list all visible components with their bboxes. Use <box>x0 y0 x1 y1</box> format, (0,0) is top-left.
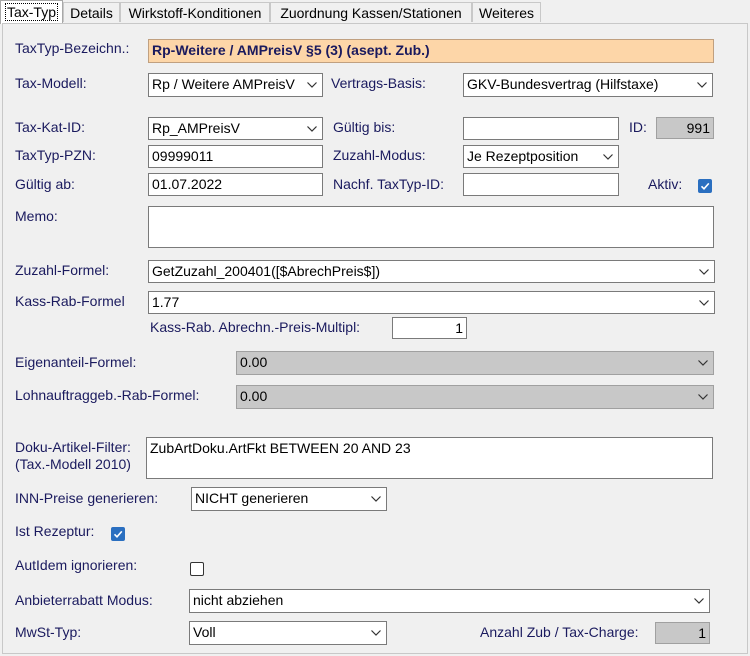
doku-artikel-filter-textarea[interactable]: ZubArtDoku.ArtFkt BETWEEN 20 AND 23 <box>146 437 713 479</box>
memo-textarea[interactable] <box>148 206 714 248</box>
anbieterrabatt-modus-value: nicht abziehen <box>193 592 284 608</box>
chevron-down-icon[interactable] <box>694 261 714 282</box>
nachf-taxtyp-id-label: Nachf. TaxTyp-ID: <box>333 176 445 192</box>
chevron-down-icon[interactable] <box>689 590 709 612</box>
tab-tax-typ[interactable]: Tax-Typ <box>0 0 63 24</box>
anzahl-zub-label: Anzahl Zub / Tax-Charge: <box>480 624 639 640</box>
taxtyp-bezeichnung-label: TaxTyp-Bezeichn.: <box>15 40 130 56</box>
autidem-ignorieren-checkbox[interactable] <box>190 562 204 576</box>
gueltig-ab-label: Gültig ab: <box>15 176 75 192</box>
chevron-down-icon[interactable] <box>366 488 386 510</box>
tax-modell-value: Rp / Weitere AMPreisV <box>152 76 295 92</box>
tab-zuordnung-kassen[interactable]: Zuordnung Kassen/Stationen <box>270 2 472 22</box>
chevron-down-icon[interactable] <box>302 74 322 96</box>
anbieterrabatt-modus-label: Anbieterrabatt Modus: <box>15 592 153 608</box>
mwst-typ-select[interactable]: Voll <box>189 621 387 645</box>
nachf-taxtyp-id-field[interactable] <box>463 173 619 196</box>
id-label: ID: <box>629 119 647 135</box>
zuzahl-formel-value: GetZuzahl_200401([$AbrechPreis$]) <box>152 263 381 279</box>
doku-artikel-filter-sublabel: (Tax.-Modell 2010) <box>15 456 131 472</box>
vertrags-basis-select[interactable]: GKV-Bundesvertrag (Hilfstaxe) <box>463 73 713 97</box>
inn-preise-value: NICHT generieren <box>195 490 309 506</box>
tax-modell-label: Tax-Modell: <box>15 75 87 91</box>
eigenanteil-formel-select[interactable]: 0.00 <box>236 351 714 375</box>
lohnauftrag-rab-formel-label: Lohnauftraggeb.-Rab-Formel: <box>15 387 200 403</box>
eigenanteil-formel-value: 0.00 <box>240 354 268 370</box>
kass-rab-formel-label: Kass-Rab-Formel <box>15 293 125 309</box>
lohnauftrag-rab-formel-select[interactable]: 0.00 <box>236 385 714 409</box>
taxtyp-bezeichnung-field[interactable]: Rp-Weitere / AMPreisV §5 (3) (asept. Zub… <box>148 39 714 63</box>
zuzahl-modus-select[interactable]: Je Rezeptposition <box>463 145 619 168</box>
kass-rab-multipl-field[interactable]: 1 <box>392 317 467 339</box>
anzahl-zub-field: 1 <box>655 622 710 644</box>
taxtyp-pzn-field[interactable]: 09999011 <box>148 145 323 168</box>
tax-kat-id-label: Tax-Kat-ID: <box>15 119 86 135</box>
tab-wirkstoff-konditionen[interactable]: Wirkstoff-Konditionen <box>120 2 270 22</box>
id-field: 991 <box>656 117 714 139</box>
chevron-down-icon[interactable] <box>693 386 713 408</box>
kass-rab-multipl-label: Kass-Rab. Abrechn.-Preis-Multipl: <box>150 319 361 335</box>
chevron-down-icon[interactable] <box>693 352 713 374</box>
gueltig-bis-label: Gültig bis: <box>333 119 396 135</box>
autidem-ignorieren-label: AutIdem ignorieren: <box>15 557 138 573</box>
mwst-typ-label: MwSt-Typ: <box>15 624 82 640</box>
inn-preise-label: INN-Preise generieren: <box>15 490 159 506</box>
anbieterrabatt-modus-select[interactable]: nicht abziehen <box>189 589 710 613</box>
mwst-typ-value: Voll <box>193 624 216 640</box>
eigenanteil-formel-label: Eigenanteil-Formel: <box>15 354 137 370</box>
tab-bar: Tax-Typ Details Wirkstoff-Konditionen Zu… <box>0 0 750 24</box>
chevron-down-icon[interactable] <box>694 292 714 313</box>
checkmark-icon <box>700 182 710 190</box>
inn-preise-select[interactable]: NICHT generieren <box>191 487 387 511</box>
gueltig-bis-field[interactable] <box>463 117 619 140</box>
kass-rab-formel-select[interactable]: 1.77 <box>148 291 715 314</box>
tab-weiteres[interactable]: Weiteres <box>472 2 541 22</box>
tax-kat-id-select[interactable]: Rp_AMPreisV <box>148 117 323 140</box>
ist-rezeptur-checkbox[interactable] <box>111 527 125 541</box>
zuzahl-modus-label: Zuzahl-Modus: <box>333 147 426 163</box>
taxtyp-pzn-label: TaxTyp-PZN: <box>15 147 96 163</box>
gueltig-ab-field[interactable]: 01.07.2022 <box>148 173 323 196</box>
aktiv-checkbox[interactable] <box>698 179 712 193</box>
zuzahl-modus-value: Je Rezeptposition <box>467 148 579 164</box>
chevron-down-icon[interactable] <box>692 74 712 96</box>
checkmark-icon <box>113 530 123 538</box>
tax-kat-id-value: Rp_AMPreisV <box>152 120 240 136</box>
lohnauftrag-rab-formel-value: 0.00 <box>240 388 268 404</box>
zuzahl-formel-select[interactable]: GetZuzahl_200401([$AbrechPreis$]) <box>148 260 715 283</box>
ist-rezeptur-label: Ist Rezeptur: <box>15 523 95 539</box>
chevron-down-icon[interactable] <box>302 118 322 139</box>
tax-modell-select[interactable]: Rp / Weitere AMPreisV <box>148 73 323 97</box>
chevron-down-icon[interactable] <box>598 146 618 167</box>
chevron-down-icon[interactable] <box>366 622 386 644</box>
tab-label: Tax-Typ <box>4 3 58 21</box>
memo-label: Memo: <box>15 208 58 224</box>
vertrags-basis-label: Vertrags-Basis: <box>331 75 426 91</box>
kass-rab-formel-value: 1.77 <box>152 294 180 310</box>
doku-artikel-filter-label: Doku-Artikel-Filter: <box>15 439 131 455</box>
vertrags-basis-value: GKV-Bundesvertrag (Hilfstaxe) <box>467 76 659 92</box>
tab-details[interactable]: Details <box>63 2 120 22</box>
zuzahl-formel-label: Zuzahl-Formel: <box>15 262 110 278</box>
aktiv-label: Aktiv: <box>648 176 683 192</box>
